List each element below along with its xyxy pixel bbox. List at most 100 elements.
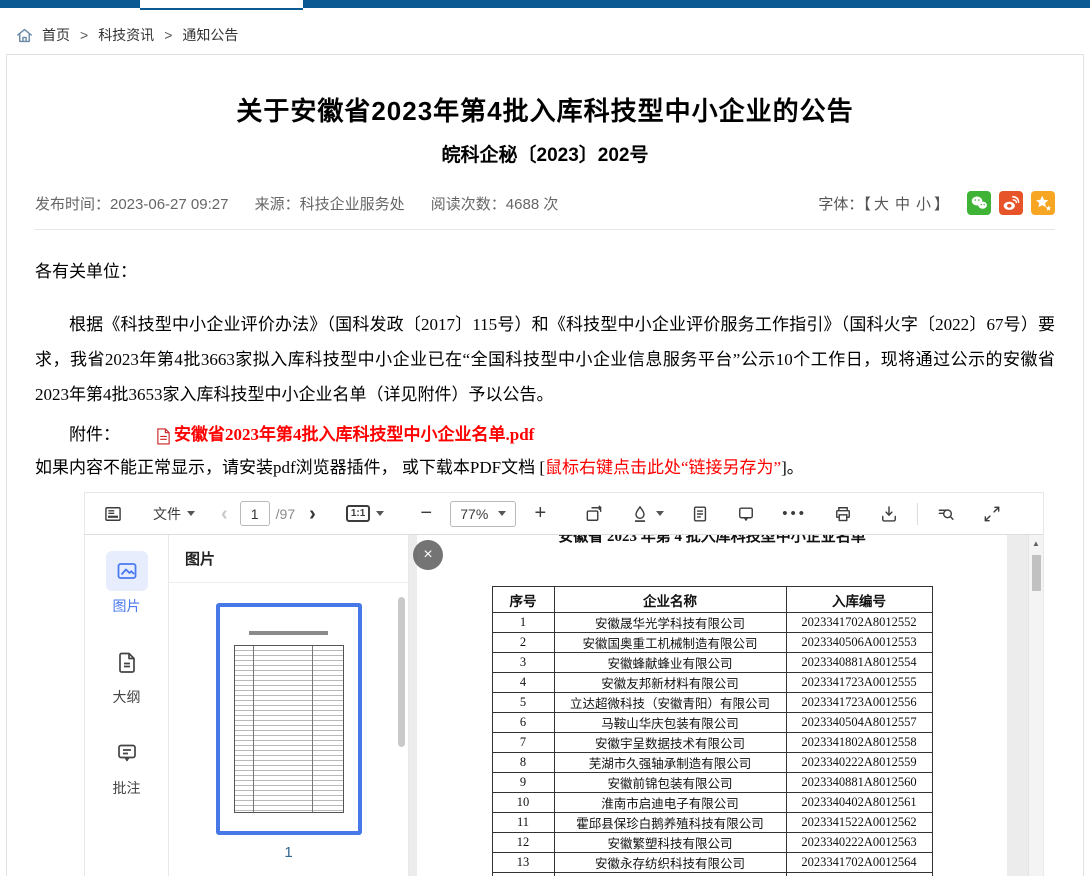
registration-code: 2023341802A8012558 <box>786 733 932 753</box>
font-large-button[interactable]: 大 <box>874 196 889 213</box>
registration-code: 2023340504A8012557 <box>786 713 932 733</box>
thumbnail-panel-title: 图片 <box>169 535 408 583</box>
document-text-icon[interactable] <box>690 504 710 524</box>
attachment-pdf-link[interactable]: 安徽省2023年第4批入库科技型中小企业名单.pdf <box>140 422 534 448</box>
view-count: 阅读次数：4688 次 <box>431 196 559 213</box>
breadcrumb: 首页 > 科技资讯 > 通知公告 <box>0 12 1090 54</box>
home-icon[interactable] <box>15 26 34 45</box>
zoom-level-dropdown[interactable]: 77% <box>450 501 516 527</box>
row-index: 9 <box>492 773 554 793</box>
font-small-button[interactable]: 小 <box>916 196 931 213</box>
favorite-star-icon[interactable] <box>1031 191 1055 215</box>
row-index: 11 <box>492 813 554 833</box>
company-name: 安徽国奥重工机械制造有限公司 <box>554 633 786 653</box>
company-name: 立达超微科技（安徽青阳）有限公司 <box>554 693 786 713</box>
page-thumbnail-1[interactable] <box>216 603 362 835</box>
row-index: 10 <box>492 793 554 813</box>
prev-page-button[interactable]: ‹ <box>221 504 228 524</box>
thumbnail-scrollbar[interactable] <box>398 597 405 747</box>
publish-time: 发布时间：2023-06-27 09:27 <box>35 196 228 213</box>
company-name: 淮南市启迪电子有限公司 <box>554 793 786 813</box>
zoom-level-value: 77% <box>460 506 488 522</box>
weibo-share-icon[interactable] <box>999 191 1023 215</box>
download-icon[interactable] <box>879 504 899 524</box>
scrollbar-thumb[interactable] <box>1032 555 1041 591</box>
article-panel: 关于安徽省2023年第4批入库科技型中小企业的公告 皖科企秘〔2023〕202号… <box>6 54 1084 876</box>
font-medium-button[interactable]: 中 <box>895 196 910 213</box>
pdf-scrollbar[interactable]: ▲ <box>1028 535 1043 876</box>
fit-mode-dropdown[interactable]: 1:1 <box>346 505 384 522</box>
page-title: 关于安徽省2023年第4批入库科技型中小企业的公告 <box>7 91 1083 128</box>
pdf-file-icon <box>122 427 137 444</box>
pdf-page: 安徽省 2023 年第 4 批入库科技型中小企业名单 序号 企业名称 入库编号 … <box>417 535 1007 876</box>
meta-actions: 字体：【大中小】 <box>818 191 1055 215</box>
file-menu[interactable]: 文件 <box>153 504 195 524</box>
sidebar-item-label: 图片 <box>113 596 141 616</box>
more-options-icon[interactable]: ••• <box>782 505 807 522</box>
table-row: 4安徽友邦新材料有限公司2023341723A0012555 <box>492 673 932 693</box>
col-header-company: 企业名称 <box>554 587 786 613</box>
chevron-down-icon <box>498 511 506 516</box>
note-suffix: ]。 <box>781 458 804 477</box>
pdf-note-line: 如果内容不能正常显示，请安装pdf浏览器插件， 或下载本PDF文档 [鼠标右键点… <box>35 454 1055 482</box>
table-row: 2安徽国奥重工机械制造有限公司2023340506A0012553 <box>492 633 932 653</box>
pdf-sidebar-nav: 图片 大纲 批注 <box>85 535 169 876</box>
thumbnail-title-line <box>249 631 328 635</box>
page-number-input[interactable] <box>240 501 270 526</box>
article-body: 各有关单位： 根据《科技型中小企业评价办法》（国科发政〔2017〕115号）和《… <box>35 254 1055 482</box>
top-nav-active-tab[interactable] <box>140 0 303 10</box>
rotate-page-icon[interactable] <box>584 504 604 524</box>
wechat-share-icon[interactable] <box>967 191 991 215</box>
table-row: 9安徽前锦包装有限公司2023340881A8012560 <box>492 773 932 793</box>
zoom-in-button[interactable]: + <box>530 502 550 525</box>
file-menu-label: 文件 <box>153 504 181 524</box>
thumbnail-list: 1 <box>169 583 408 876</box>
thumbnail-table-preview <box>234 645 344 813</box>
company-name: 安徽友邦新材料有限公司 <box>554 673 786 693</box>
print-icon[interactable] <box>833 504 853 524</box>
site-top-strip <box>0 0 1090 12</box>
breadcrumb-separator: > <box>164 27 172 43</box>
sidebar-item-outline[interactable]: 大纲 <box>106 642 148 707</box>
row-index: 8 <box>492 753 554 773</box>
save-as-link[interactable]: 鼠标右键点击此处“链接另存为” <box>545 458 781 477</box>
row-index: 13 <box>492 853 554 873</box>
row-index: 2 <box>492 633 554 653</box>
table-row: 3安徽蜂献蜂业有限公司2023340881A8012554 <box>492 653 932 673</box>
registration-code: 2023341723A0012556 <box>786 693 932 713</box>
registration-code: 2023341522A0012562 <box>786 813 932 833</box>
chevron-down-icon <box>187 511 195 516</box>
image-icon <box>115 559 139 583</box>
page-total: /97 <box>276 506 295 522</box>
scroll-up-arrow[interactable]: ▲ <box>1029 539 1043 548</box>
search-icon[interactable] <box>936 504 956 524</box>
registration-code: 2023340881A8012554 <box>786 653 932 673</box>
fullscreen-icon[interactable] <box>982 504 1002 524</box>
breadcrumb-notices[interactable]: 通知公告 <box>182 25 238 45</box>
article-meta-bar: 发布时间：2023-06-27 09:27 来源：科技企业服务处 阅读次数：46… <box>35 191 1055 230</box>
company-name: 芜湖市久强轴承制造有限公司 <box>554 753 786 773</box>
zoom-out-button[interactable]: − <box>416 502 436 525</box>
sidebar-toggle-icon[interactable] <box>103 504 123 524</box>
breadcrumb-tech-news[interactable]: 科技资讯 <box>98 25 154 45</box>
row-index: 14 <box>492 873 554 876</box>
sidebar-item-annotations[interactable]: 批注 <box>106 733 148 798</box>
highlight-fill-dropdown[interactable] <box>630 504 664 524</box>
note-prefix: 如果内容不能正常显示，请安装pdf浏览器插件， 或下载本PDF文档 [ <box>35 458 545 477</box>
sidebar-item-label: 批注 <box>113 778 141 798</box>
table-header-row: 序号 企业名称 入库编号 <box>492 587 932 613</box>
close-panel-button[interactable]: × <box>413 540 443 570</box>
registration-code: 2023341702A8012552 <box>786 613 932 633</box>
document-number: 皖科企秘〔2023〕202号 <box>7 140 1083 167</box>
col-header-index: 序号 <box>492 587 554 613</box>
row-index: 3 <box>492 653 554 673</box>
sidebar-item-images[interactable]: 图片 <box>106 551 148 616</box>
outline-doc-icon <box>115 650 139 674</box>
next-page-button[interactable]: › <box>309 504 316 524</box>
pdf-main-view: × 安徽省 2023 年第 4 批入库科技型中小企业名单 序号 企业名称 入库编… <box>409 535 1043 876</box>
comment-icon[interactable] <box>736 504 756 524</box>
breadcrumb-home[interactable]: 首页 <box>42 25 70 45</box>
pdf-toolbar: 文件 ‹ /97 › 1:1 − 77% + <box>85 493 1043 535</box>
row-index: 12 <box>492 833 554 853</box>
body-paragraph: 根据《科技型中小企业评价办法》（国科发政〔2017〕115号）和《科技型中小企业… <box>35 307 1055 412</box>
